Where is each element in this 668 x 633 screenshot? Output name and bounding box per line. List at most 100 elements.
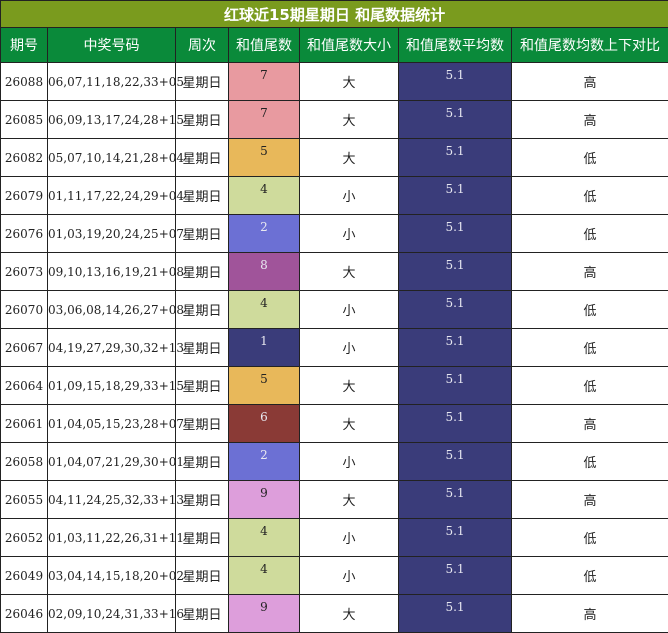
header-weekday: 周次 xyxy=(176,28,229,63)
tail-average-cell: 5.1 xyxy=(399,291,512,329)
period-cell: 26085 xyxy=(1,101,48,139)
weekday-cell: 星期日 xyxy=(176,101,229,139)
numbers-cell: 01,09,15,18,29,33+15 xyxy=(48,367,176,405)
table-row: 2607309,10,13,16,19,21+08星期日8大5.1高 xyxy=(1,253,668,291)
tail-cell: 7 xyxy=(229,63,300,101)
period-cell: 26052 xyxy=(1,519,48,557)
tail-cell: 5 xyxy=(229,367,300,405)
average-compare-cell: 低 xyxy=(512,443,668,481)
table-title: 红球近15期星期日 和尾数据统计 xyxy=(1,1,668,28)
table-row: 2608506,09,13,17,24,28+15星期日7大5.1高 xyxy=(1,101,668,139)
tail-size-cell: 大 xyxy=(300,481,399,519)
average-compare-cell: 高 xyxy=(512,253,668,291)
tail-cell: 8 xyxy=(229,253,300,291)
average-compare-cell: 低 xyxy=(512,177,668,215)
tail-average-cell: 5.1 xyxy=(399,443,512,481)
period-cell: 26064 xyxy=(1,367,48,405)
period-cell: 26082 xyxy=(1,139,48,177)
table-row: 2606101,04,05,15,23,28+07星期日6大5.1高 xyxy=(1,405,668,443)
tail-size-cell: 小 xyxy=(300,291,399,329)
table-row: 2604903,04,14,15,18,20+02星期日4小5.1低 xyxy=(1,557,668,595)
period-cell: 26079 xyxy=(1,177,48,215)
tail-size-cell: 小 xyxy=(300,329,399,367)
tail-cell: 9 xyxy=(229,595,300,633)
table-row: 2605504,11,24,25,32,33+13星期日9大5.1高 xyxy=(1,481,668,519)
period-cell: 26067 xyxy=(1,329,48,367)
period-cell: 26073 xyxy=(1,253,48,291)
table-row: 2605801,04,07,21,29,30+01星期日2小5.1低 xyxy=(1,443,668,481)
table-row: 2608205,07,10,14,21,28+04星期日5大5.1低 xyxy=(1,139,668,177)
tail-size-cell: 大 xyxy=(300,101,399,139)
average-compare-cell: 高 xyxy=(512,595,668,633)
numbers-cell: 04,11,24,25,32,33+13 xyxy=(48,481,176,519)
weekday-cell: 星期日 xyxy=(176,215,229,253)
numbers-cell: 01,03,19,20,24,25+07 xyxy=(48,215,176,253)
period-cell: 26076 xyxy=(1,215,48,253)
numbers-cell: 01,04,05,15,23,28+07 xyxy=(48,405,176,443)
numbers-cell: 03,04,14,15,18,20+02 xyxy=(48,557,176,595)
stats-table: 红球近15期星期日 和尾数据统计 期号 中奖号码 周次 和值尾数 和值尾数大小 … xyxy=(0,0,668,633)
tail-average-cell: 5.1 xyxy=(399,595,512,633)
average-compare-cell: 低 xyxy=(512,367,668,405)
numbers-cell: 06,07,11,18,22,33+05 xyxy=(48,63,176,101)
tail-size-cell: 小 xyxy=(300,519,399,557)
average-compare-cell: 高 xyxy=(512,101,668,139)
tail-average-cell: 5.1 xyxy=(399,519,512,557)
tail-average-cell: 5.1 xyxy=(399,329,512,367)
weekday-cell: 星期日 xyxy=(176,291,229,329)
weekday-cell: 星期日 xyxy=(176,405,229,443)
numbers-cell: 01,03,11,22,26,31+11 xyxy=(48,519,176,557)
header-period: 期号 xyxy=(1,28,48,63)
numbers-cell: 01,04,07,21,29,30+01 xyxy=(48,443,176,481)
tail-average-cell: 5.1 xyxy=(399,215,512,253)
table-row: 2607003,06,08,14,26,27+08星期日4小5.1低 xyxy=(1,291,668,329)
tail-cell: 2 xyxy=(229,215,300,253)
tail-size-cell: 大 xyxy=(300,405,399,443)
numbers-cell: 02,09,10,24,31,33+16 xyxy=(48,595,176,633)
tail-average-cell: 5.1 xyxy=(399,405,512,443)
average-compare-cell: 低 xyxy=(512,215,668,253)
tail-cell: 4 xyxy=(229,291,300,329)
numbers-cell: 01,11,17,22,24,29+04 xyxy=(48,177,176,215)
weekday-cell: 星期日 xyxy=(176,177,229,215)
tail-size-cell: 小 xyxy=(300,557,399,595)
table-row: 2608806,07,11,18,22,33+05星期日7大5.1高 xyxy=(1,63,668,101)
table-row: 2607901,11,17,22,24,29+04星期日4小5.1低 xyxy=(1,177,668,215)
average-compare-cell: 高 xyxy=(512,405,668,443)
period-cell: 26058 xyxy=(1,443,48,481)
tail-average-cell: 5.1 xyxy=(399,557,512,595)
weekday-cell: 星期日 xyxy=(176,63,229,101)
tail-cell: 6 xyxy=(229,405,300,443)
table-row: 2606401,09,15,18,29,33+15星期日5大5.1低 xyxy=(1,367,668,405)
weekday-cell: 星期日 xyxy=(176,443,229,481)
tail-average-cell: 5.1 xyxy=(399,63,512,101)
tail-average-cell: 5.1 xyxy=(399,253,512,291)
average-compare-cell: 低 xyxy=(512,557,668,595)
numbers-cell: 09,10,13,16,19,21+08 xyxy=(48,253,176,291)
weekday-cell: 星期日 xyxy=(176,481,229,519)
period-cell: 26061 xyxy=(1,405,48,443)
average-compare-cell: 高 xyxy=(512,481,668,519)
weekday-cell: 星期日 xyxy=(176,329,229,367)
tail-size-cell: 小 xyxy=(300,177,399,215)
header-tail-size: 和值尾数大小 xyxy=(300,28,399,63)
weekday-cell: 星期日 xyxy=(176,595,229,633)
numbers-cell: 06,09,13,17,24,28+15 xyxy=(48,101,176,139)
tail-size-cell: 大 xyxy=(300,139,399,177)
period-cell: 26070 xyxy=(1,291,48,329)
table-row: 2604602,09,10,24,31,33+16星期日9大5.1高 xyxy=(1,595,668,633)
weekday-cell: 星期日 xyxy=(176,139,229,177)
header-tail-average: 和值尾数平均数 xyxy=(399,28,512,63)
table-row: 2607601,03,19,20,24,25+07星期日2小5.1低 xyxy=(1,215,668,253)
numbers-cell: 04,19,27,29,30,32+13 xyxy=(48,329,176,367)
header-tail: 和值尾数 xyxy=(229,28,300,63)
tail-average-cell: 5.1 xyxy=(399,139,512,177)
tail-size-cell: 大 xyxy=(300,63,399,101)
numbers-cell: 03,06,08,14,26,27+08 xyxy=(48,291,176,329)
weekday-cell: 星期日 xyxy=(176,557,229,595)
tail-cell: 4 xyxy=(229,519,300,557)
tail-size-cell: 小 xyxy=(300,215,399,253)
tail-cell: 5 xyxy=(229,139,300,177)
numbers-cell: 05,07,10,14,21,28+04 xyxy=(48,139,176,177)
table-body: 2608806,07,11,18,22,33+05星期日7大5.1高260850… xyxy=(1,63,668,633)
